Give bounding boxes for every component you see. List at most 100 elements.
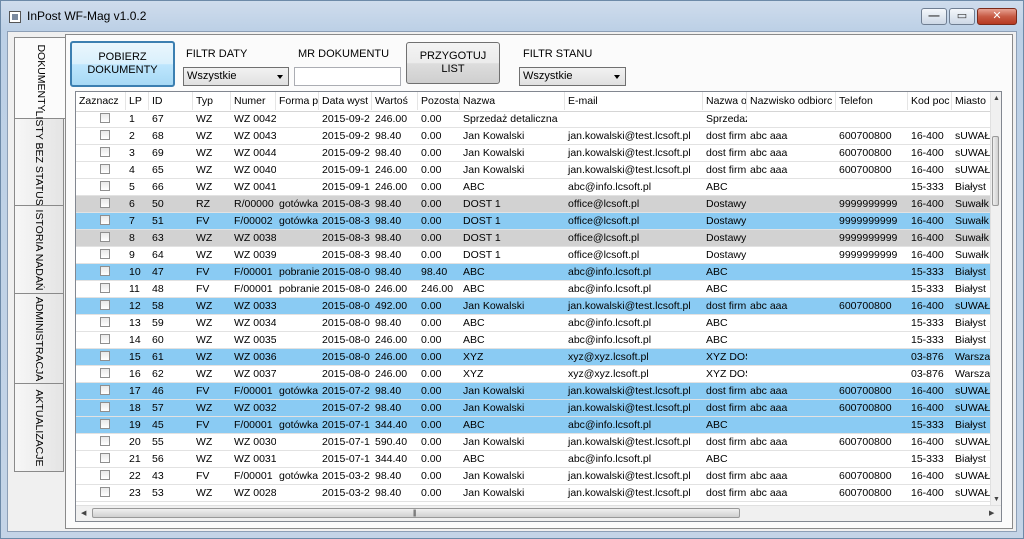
scroll-down-icon[interactable]: ▼ bbox=[993, 496, 1000, 503]
row-checkbox[interactable] bbox=[100, 300, 110, 310]
horizontal-scroll-thumb[interactable]: ||| bbox=[92, 508, 740, 518]
row-checkbox[interactable] bbox=[100, 249, 110, 259]
column-header[interactable]: Forma p bbox=[276, 92, 319, 110]
column-header[interactable]: E-mail bbox=[565, 92, 703, 110]
column-header[interactable]: Kod poc bbox=[908, 92, 952, 110]
vertical-scroll-thumb[interactable] bbox=[992, 136, 999, 206]
cell-nazwisko bbox=[747, 264, 836, 280]
table-row[interactable]: 6 50 RZ R/00000 gotówka 2015-08-3 98.40 0.00 DOS… bbox=[76, 196, 996, 213]
row-checkbox[interactable] bbox=[100, 470, 110, 480]
tab-aktualizacje[interactable]: AKTUALIZACJE bbox=[14, 383, 64, 472]
column-header[interactable]: Data wyst bbox=[319, 92, 372, 110]
table-row[interactable]: 2 68 WZ WZ 0043 2015-09-2 98.40 0.00 Jan Kowals… bbox=[76, 128, 996, 145]
table-row[interactable]: 18 57 WZ WZ 0032 2015-07-2 98.40 0.00 Jan Kowal… bbox=[76, 400, 996, 417]
cell-nazwa: Jan Kowalski bbox=[463, 487, 525, 499]
row-checkbox[interactable] bbox=[100, 317, 110, 327]
date-filter-select[interactable]: Wszystkie bbox=[183, 67, 289, 86]
table-row[interactable]: 15 61 WZ WZ 0036 2015-08-0 246.00 0.00 XYZ xyz@x… bbox=[76, 349, 996, 366]
scroll-right-icon[interactable]: ▶ bbox=[989, 510, 994, 517]
column-header[interactable]: Nazwisko odbiorc bbox=[747, 92, 836, 110]
column-header[interactable]: Nazwa o bbox=[703, 92, 747, 110]
table-row[interactable]: 17 46 FV F/00001 gotówka 2015-07-2 98.40 0.00 Ja… bbox=[76, 383, 996, 400]
table-row[interactable]: 9 64 WZ WZ 0039 2015-08-3 98.40 0.00 DOST 1 offi… bbox=[76, 247, 996, 264]
chevron-down-icon bbox=[277, 75, 283, 79]
column-header[interactable]: Pozosta bbox=[418, 92, 460, 110]
column-header[interactable]: Typ bbox=[193, 92, 231, 110]
row-checkbox[interactable] bbox=[100, 283, 110, 293]
row-checkbox[interactable] bbox=[100, 164, 110, 174]
column-header[interactable]: Numer bbox=[231, 92, 276, 110]
table-row[interactable]: 20 55 WZ WZ 0030 2015-07-1 590.40 0.00 Jan Kowa… bbox=[76, 434, 996, 451]
documents-grid[interactable]: Zaznacz LP ID Typ Numer Forma p Data wyst Warto… bbox=[75, 91, 1002, 522]
row-checkbox[interactable] bbox=[100, 113, 110, 123]
table-row[interactable]: 7 51 FV F/00002 gotówka 2015-08-3 98.40 0.00 DOS… bbox=[76, 213, 996, 230]
cell-typ: WZ bbox=[196, 300, 213, 312]
column-header[interactable]: Telefon bbox=[836, 92, 908, 110]
table-row[interactable]: 21 56 WZ WZ 0031 2015-07-1 344.40 0.00 ABC abc@i… bbox=[76, 451, 996, 468]
row-checkbox[interactable] bbox=[100, 215, 110, 225]
row-checkbox[interactable] bbox=[100, 402, 110, 412]
fetch-documents-button[interactable]: POBIERZ DOKUMENTY bbox=[70, 41, 175, 87]
row-checkbox[interactable] bbox=[100, 232, 110, 242]
prepare-list-button[interactable]: PRZYGOTUJ LIST bbox=[406, 42, 500, 84]
cell-pozostalo: 0.00 bbox=[421, 385, 442, 397]
cell-lp: 12 bbox=[129, 300, 141, 312]
table-row[interactable]: 16 62 WZ WZ 0037 2015-08-0 246.00 0.00 XYZ xyz@x… bbox=[76, 366, 996, 383]
column-header[interactable]: Wartoś bbox=[372, 92, 418, 110]
table-row[interactable]: 13 59 WZ WZ 0034 2015-08-0 98.40 0.00 ABC abc@in… bbox=[76, 315, 996, 332]
table-row[interactable]: 22 43 FV F/00001 gotówka 2015-03-2 98.40 0.00 Ja… bbox=[76, 468, 996, 485]
close-button[interactable]: ✕ bbox=[977, 8, 1017, 25]
row-checkbox[interactable] bbox=[100, 368, 110, 378]
title-bar[interactable]: InPost WF-Mag v1.0.2 — ▭ ✕ bbox=[1, 1, 1023, 31]
table-row[interactable]: 1 67 WZ WZ 0042 2015-09-2 246.00 0.00 Sprzedaż … bbox=[76, 111, 996, 128]
row-checkbox[interactable] bbox=[100, 487, 110, 497]
cell-id: 55 bbox=[152, 436, 164, 448]
row-checkbox[interactable] bbox=[100, 266, 110, 276]
table-row[interactable]: 12 58 WZ WZ 0033 2015-08-0 492.00 0.00 Jan Kowa… bbox=[76, 298, 996, 315]
row-checkbox[interactable] bbox=[100, 130, 110, 140]
row-checkbox[interactable] bbox=[100, 436, 110, 446]
cell-nazwa_odb: dost firm bbox=[706, 385, 747, 397]
row-checkbox[interactable] bbox=[100, 351, 110, 361]
tab-administracja[interactable]: ADMINISTRACJA bbox=[14, 293, 64, 384]
mr-document-input[interactable] bbox=[294, 67, 401, 86]
column-header[interactable]: Zaznacz bbox=[76, 92, 126, 110]
row-checkbox[interactable] bbox=[100, 419, 110, 429]
column-header[interactable]: Nazwa bbox=[460, 92, 565, 110]
scroll-left-icon[interactable]: ◀ bbox=[81, 510, 86, 517]
tab-listy-bez-statusu[interactable]: LISTY BEZ STATUSU bbox=[14, 111, 64, 213]
state-filter-select[interactable]: Wszystkie bbox=[519, 67, 626, 86]
maximize-button[interactable]: ▭ bbox=[949, 8, 975, 25]
tab-historia-nadan[interactable]: ISTORIA NADAŃ bbox=[14, 205, 64, 294]
table-row[interactable]: 3 69 WZ WZ 0044 2015-09-2 98.40 0.00 Jan Kowals… bbox=[76, 145, 996, 162]
cell-nazwa: DOST 1 bbox=[463, 249, 501, 261]
cell-wartosc: 98.40 bbox=[375, 266, 402, 278]
column-header[interactable]: LP bbox=[126, 92, 149, 110]
cell-typ: FV bbox=[196, 470, 210, 482]
table-row[interactable]: 11 48 FV F/00001 pobranie 2015-08-0 246.00 246.… bbox=[76, 281, 996, 298]
cell-nazwa: DOST 1 bbox=[463, 215, 501, 227]
cell-id: 53 bbox=[152, 487, 164, 499]
vertical-scrollbar[interactable]: ▲ ▼ bbox=[990, 92, 1001, 505]
table-row[interactable]: 8 63 WZ WZ 0038 2015-08-3 98.40 0.00 DOST 1 offi… bbox=[76, 230, 996, 247]
row-checkbox[interactable] bbox=[100, 453, 110, 463]
table-row[interactable]: 19 45 FV F/00001 gotówka 2015-07-1 344.40 0.00 A… bbox=[76, 417, 996, 434]
row-checkbox[interactable] bbox=[100, 385, 110, 395]
table-row[interactable]: 4 65 WZ WZ 0040 2015-09-1 246.00 0.00 Jan Kowal… bbox=[76, 162, 996, 179]
minimize-button[interactable]: — bbox=[921, 8, 947, 25]
tab-dokumenty[interactable]: DOKUMENTY bbox=[14, 37, 68, 119]
table-row[interactable]: 14 60 WZ WZ 0035 2015-08-0 246.00 0.00 ABC abc@i… bbox=[76, 332, 996, 349]
column-header[interactable]: ID bbox=[149, 92, 193, 110]
cell-numer: WZ 0043 bbox=[234, 130, 276, 142]
table-row[interactable]: 23 53 WZ WZ 0028 2015-03-2 98.40 0.00 Jan Kowal… bbox=[76, 485, 996, 502]
scroll-up-icon[interactable]: ▲ bbox=[993, 95, 1000, 102]
row-checkbox[interactable] bbox=[100, 181, 110, 191]
row-checkbox[interactable] bbox=[100, 147, 110, 157]
table-row[interactable]: 5 66 WZ WZ 0041 2015-09-1 246.00 0.00 ABC abc@in… bbox=[76, 179, 996, 196]
row-checkbox[interactable] bbox=[100, 334, 110, 344]
row-checkbox[interactable] bbox=[100, 198, 110, 208]
cell-nazwisko bbox=[747, 111, 836, 127]
horizontal-scrollbar[interactable]: ◀ ||| ▶ bbox=[76, 505, 1001, 521]
cell-forma bbox=[276, 315, 319, 331]
table-row[interactable]: 10 47 FV F/00001 pobranie 2015-08-0 98.40 98.40… bbox=[76, 264, 996, 281]
